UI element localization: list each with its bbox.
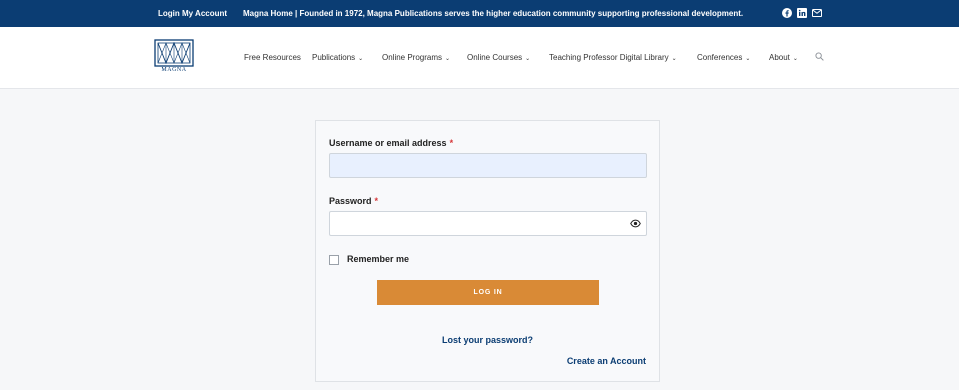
tagline[interactable]: Magna Home | Founded in 1972, Magna Publ… xyxy=(243,0,743,27)
logo-text: MAGNA xyxy=(161,67,187,73)
create-account-link[interactable]: Create an Account xyxy=(567,356,646,366)
email-icon[interactable] xyxy=(812,8,822,18)
username-input[interactable] xyxy=(329,153,647,178)
nav-teaching-professor-library[interactable]: Teaching Professor Digital Library ⌄ xyxy=(549,27,677,89)
chevron-down-icon: ⌄ xyxy=(745,56,751,62)
nav-conferences[interactable]: Conferences ⌄ xyxy=(697,27,750,89)
login-link[interactable]: Login xyxy=(158,0,180,27)
search-icon[interactable] xyxy=(815,52,824,61)
site-header: MAGNA Free Resources Publications ⌄ Onlin… xyxy=(0,27,959,89)
chevron-down-icon: ⌄ xyxy=(671,56,677,62)
nav-online-programs[interactable]: Online Programs ⌄ xyxy=(382,27,450,89)
magna-logo-mark-icon xyxy=(154,39,194,67)
nav-about[interactable]: About ⌄ xyxy=(769,27,798,89)
password-label: Password * xyxy=(329,196,379,206)
nav-publications[interactable]: Publications ⌄ xyxy=(312,27,363,89)
my-account-link[interactable]: My Account xyxy=(182,0,227,27)
nav-online-courses[interactable]: Online Courses ⌄ xyxy=(467,27,530,89)
show-password-icon[interactable] xyxy=(630,218,641,229)
chevron-down-icon: ⌄ xyxy=(358,56,364,62)
facebook-icon[interactable] xyxy=(782,8,792,18)
remember-me-checkbox[interactable] xyxy=(329,255,339,265)
login-form: Username or email address * Password * Rem… xyxy=(315,120,660,382)
magna-logo[interactable]: MAGNA xyxy=(154,39,194,75)
chevron-down-icon: ⌄ xyxy=(792,56,798,62)
nav-free-resources[interactable]: Free Resources xyxy=(244,27,301,89)
username-label: Username or email address * xyxy=(329,138,454,148)
lost-password-link: Lost your password? xyxy=(316,335,659,345)
chevron-down-icon: ⌄ xyxy=(445,56,451,62)
required-mark: * xyxy=(374,196,379,206)
required-mark: * xyxy=(449,138,454,148)
chevron-down-icon: ⌄ xyxy=(525,56,531,62)
login-button[interactable]: LOG IN xyxy=(377,280,599,305)
linkedin-icon[interactable] xyxy=(797,8,807,18)
lost-password-text[interactable]: Lost your password? xyxy=(442,335,533,345)
password-input[interactable] xyxy=(329,211,647,236)
top-bar: Login My Account Magna Home | Founded in… xyxy=(0,0,959,27)
remember-me-label[interactable]: Remember me xyxy=(347,254,409,264)
